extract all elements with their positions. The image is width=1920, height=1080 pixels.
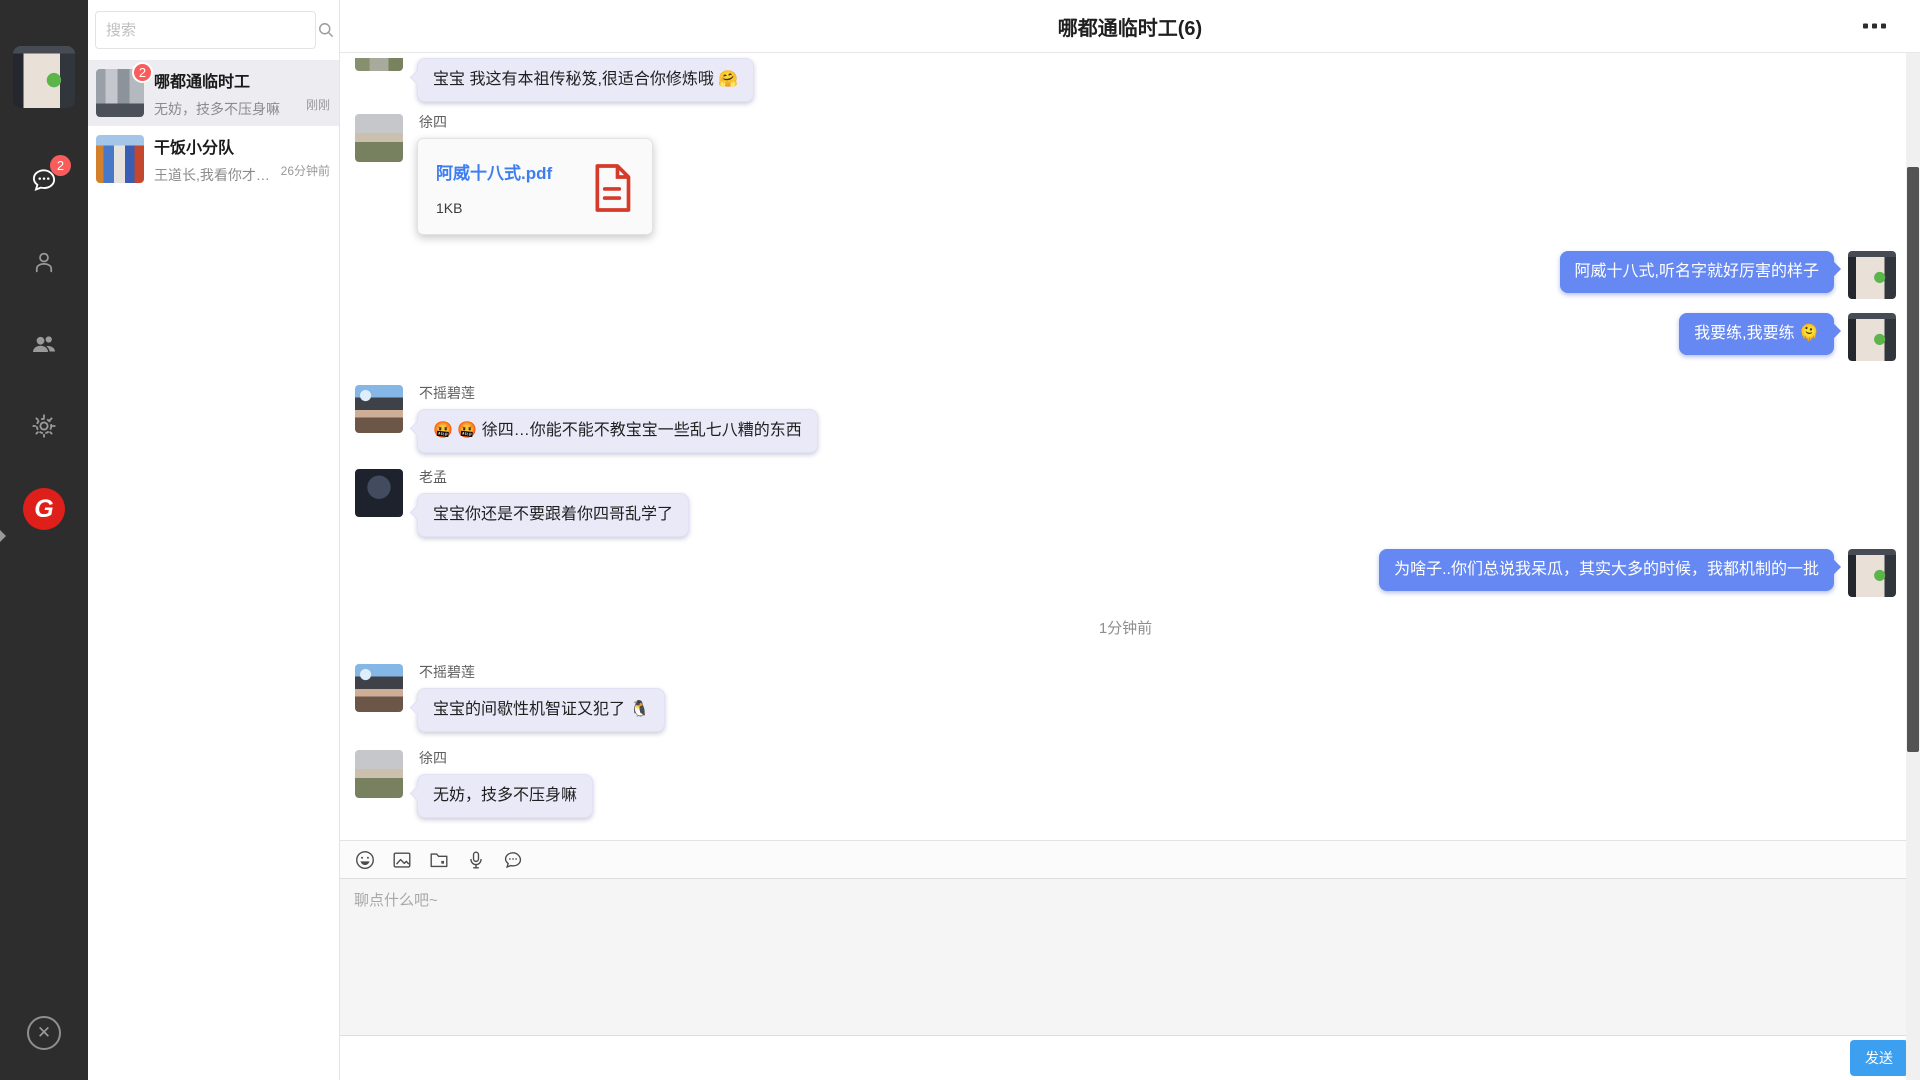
- file-size: 1KB: [436, 200, 552, 216]
- sender-name: 老孟: [419, 469, 447, 485]
- emoji-picker-button[interactable]: [353, 848, 377, 872]
- sender-name: 徐四: [419, 114, 447, 130]
- conversation-avatar: [96, 135, 144, 183]
- chat-panel: 哪都通临时工(6) 宝宝 我这有本祖传秘笈,很适合你修炼哦 🤗 徐四 阿威十八式…: [340, 0, 1920, 1080]
- emoji-icon: [354, 849, 376, 871]
- messenger-window: 2 G ✕: [0, 0, 1920, 1080]
- chat-bubble-icon: [502, 849, 524, 871]
- avatar-xusi-partial[interactable]: [355, 58, 403, 71]
- conversation-title: 哪都通临时工: [154, 68, 331, 92]
- composer: 发送: [340, 840, 1920, 1080]
- message-input-area: [340, 879, 1920, 1035]
- settings-gear-icon: [30, 412, 58, 440]
- nav-settings-button[interactable]: [28, 410, 60, 442]
- sender-name: 徐四: [419, 750, 447, 766]
- message-bubble: 我要练,我要练 🫠: [1679, 313, 1834, 355]
- send-file-button[interactable]: [427, 848, 451, 872]
- microphone-icon: [465, 849, 487, 871]
- scrollbar-thumb[interactable]: [1907, 167, 1919, 752]
- sender-name: 不摇碧莲: [419, 385, 475, 401]
- folder-icon: [428, 849, 450, 871]
- chat-header: 哪都通临时工(6): [340, 0, 1920, 53]
- unread-badge: 2: [132, 62, 153, 83]
- message-row: 不摇碧莲 🤬 🤬 徐四…你能不能不教宝宝一些乱七八糟的东西: [355, 385, 1896, 453]
- app-logo[interactable]: G: [23, 488, 65, 530]
- logout-button[interactable]: ✕: [27, 1016, 61, 1050]
- file-attachment[interactable]: 阿威十八式.pdf 1KB: [417, 138, 653, 235]
- avatar-laomeng[interactable]: [355, 469, 403, 517]
- chat-title: 哪都通临时工(6): [1058, 12, 1202, 41]
- message-bubble: 🤬 🤬 徐四…你能不能不教宝宝一些乱七八糟的东西: [417, 409, 818, 453]
- conversation-avatar: 2: [96, 69, 144, 117]
- composer-toolbar: [340, 841, 1920, 879]
- message-list: 宝宝 我这有本祖传秘笈,很适合你修炼哦 🤗 徐四 阿威十八式.pdf 1KB: [340, 53, 1920, 840]
- group-icon: [29, 329, 59, 359]
- message-bubble: 宝宝你还是不要跟着你四哥乱学了: [417, 493, 689, 537]
- nav-chats-button[interactable]: 2: [28, 164, 60, 196]
- message-row: 为啥子..你们总说我呆瓜，其实大多的时候，我都机制的一批: [355, 549, 1896, 597]
- file-name: 阿威十八式.pdf: [436, 159, 552, 184]
- message-bubble: 宝宝 我这有本祖传秘笈,很适合你修炼哦 🤗: [417, 58, 754, 102]
- send-button[interactable]: 发送: [1850, 1040, 1908, 1076]
- time-divider: 1分钟前: [355, 617, 1896, 638]
- avatar-buyaobilian[interactable]: [355, 385, 403, 433]
- unread-badge: 2: [50, 155, 71, 176]
- avatar-buyaobilian[interactable]: [355, 664, 403, 712]
- message-row: 老孟 宝宝你还是不要跟着你四哥乱学了: [355, 469, 1896, 537]
- search-button[interactable]: [316, 11, 336, 49]
- search-bar: [88, 0, 339, 60]
- send-row: 发送: [340, 1035, 1920, 1080]
- message-input[interactable]: [340, 879, 1920, 1035]
- avatar-xusi[interactable]: [355, 114, 403, 162]
- conversation-item-nadutong[interactable]: 2 哪都通临时工 无妨，技多不压身嘛 刚刚: [88, 60, 339, 126]
- message-bubble: 为啥子..你们总说我呆瓜，其实大多的时候，我都机制的一批: [1379, 549, 1834, 591]
- avatar-self[interactable]: [1848, 251, 1896, 299]
- more-options-button[interactable]: [1857, 18, 1892, 35]
- sender-name: 不摇碧莲: [419, 664, 475, 680]
- message-bubble: 阿威十八式,听名字就好厉害的样子: [1560, 251, 1834, 293]
- user-avatar[interactable]: [13, 46, 75, 108]
- search-icon: [316, 20, 336, 40]
- avatar-self[interactable]: [1848, 313, 1896, 361]
- message-row: 徐四 阿威十八式.pdf 1KB: [355, 114, 1896, 235]
- contacts-icon: [30, 248, 58, 276]
- conversation-item-ganfan[interactable]: 干饭小分队 王道长,我看你才… 26分钟前: [88, 126, 339, 192]
- pdf-file-icon: [590, 162, 634, 214]
- message-row: 阿威十八式,听名字就好厉害的样子: [355, 251, 1896, 299]
- image-icon: [391, 849, 413, 871]
- conversation-time: 26分钟前: [277, 162, 330, 179]
- nav-rail: 2 G ✕: [0, 0, 88, 1080]
- avatar-xusi[interactable]: [355, 750, 403, 798]
- conversation-list: 2 哪都通临时工 无妨，技多不压身嘛 刚刚 干饭小分队 王道长,我看你才… 26…: [88, 0, 340, 1080]
- nav-groups-button[interactable]: [28, 328, 60, 360]
- send-image-button[interactable]: [390, 848, 414, 872]
- nav-contacts-button[interactable]: [28, 246, 60, 278]
- collapse-handle-icon[interactable]: [0, 530, 6, 542]
- voice-message-button[interactable]: [464, 848, 488, 872]
- conversation-time: 刚刚: [302, 96, 330, 113]
- chat-history-button[interactable]: [501, 848, 525, 872]
- message-row: 我要练,我要练 🫠: [355, 313, 1896, 361]
- conversation-title: 干饭小分队: [154, 134, 331, 158]
- scrollbar-track[interactable]: [1906, 53, 1920, 1080]
- message-bubble: 无妨，技多不压身嘛: [417, 774, 593, 818]
- avatar-self[interactable]: [1848, 549, 1896, 597]
- message-row: 不摇碧莲 宝宝的间歇性机智证又犯了 🐧: [355, 664, 1896, 732]
- message-bubble: 宝宝的间歇性机智证又犯了 🐧: [417, 688, 665, 732]
- message-row: 宝宝 我这有本祖传秘笈,很适合你修炼哦 🤗: [355, 58, 1896, 102]
- search-input[interactable]: [95, 11, 316, 49]
- message-row: 徐四 无妨，技多不压身嘛: [355, 750, 1896, 818]
